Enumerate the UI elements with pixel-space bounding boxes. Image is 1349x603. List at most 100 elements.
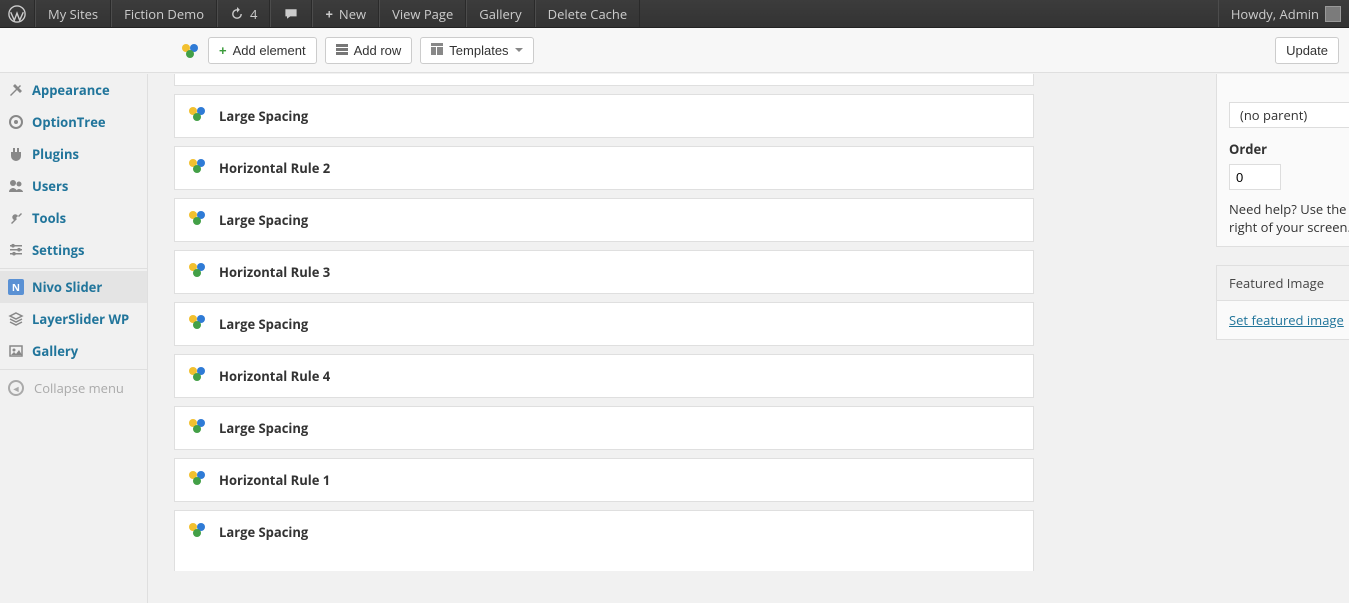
add-row-label: Add row: [354, 43, 402, 58]
adminbar-comments[interactable]: [270, 0, 312, 27]
template-icon: [431, 43, 443, 58]
tools-icon: [8, 210, 24, 226]
vc-element-icon: [187, 415, 207, 435]
collapse-label: Collapse menu: [34, 379, 124, 397]
layerslider-icon: [8, 311, 24, 327]
plugins-icon: [8, 146, 24, 162]
adminbar-gallery[interactable]: Gallery: [466, 0, 534, 27]
vc-row[interactable]: Horizontal Rule 3: [174, 250, 1034, 294]
vc-element-icon: [187, 103, 207, 123]
featured-image-box: Featured Image Set featured image: [1216, 265, 1349, 340]
vc-row[interactable]: [174, 74, 1034, 86]
vc-row[interactable]: Large Spacing: [174, 406, 1034, 450]
parent-select[interactable]: (no parent) ▼: [1229, 102, 1349, 128]
appearance-icon: [8, 82, 24, 98]
sidebar-item-label: LayerSlider WP: [32, 310, 129, 328]
adminbar-updates[interactable]: 4: [217, 0, 270, 27]
plus-icon: +: [219, 43, 227, 58]
sidebar-item-tools[interactable]: Tools: [0, 202, 147, 234]
vc-row[interactable]: Large Spacing: [174, 302, 1034, 346]
rows-icon: [336, 43, 348, 58]
vc-logo-icon: [180, 40, 200, 60]
sidebar-item-label: Nivo Slider: [32, 278, 102, 296]
adminbar-new[interactable]: + New: [312, 0, 379, 27]
parent-value: (no parent): [1240, 106, 1307, 124]
sidebar-item-label: Appearance: [32, 81, 110, 99]
admin-menu: Appearance OptionTree Plugins Users Tool…: [0, 74, 148, 603]
vc-row[interactable]: Large Spacing: [174, 510, 1034, 571]
featured-image-title: Featured Image: [1217, 266, 1349, 301]
order-input[interactable]: [1229, 164, 1281, 190]
sidebar-item-label: OptionTree: [32, 113, 106, 131]
sidebar-item-label: Users: [32, 177, 68, 195]
sidebar-item-settings[interactable]: Settings: [0, 234, 147, 266]
sidebar-item-users[interactable]: Users: [0, 170, 147, 202]
wordpress-icon: [8, 5, 26, 23]
vc-element-icon: [187, 259, 207, 279]
sidebar-item-label: Tools: [32, 209, 66, 227]
sidebar-item-appearance[interactable]: Appearance: [0, 74, 147, 106]
vc-row-label: Horizontal Rule 3: [219, 263, 330, 281]
adminbar-delete-cache[interactable]: Delete Cache: [535, 0, 641, 27]
gallery-icon: [8, 343, 24, 359]
vc-element-icon: [187, 467, 207, 487]
templates-button[interactable]: Templates: [420, 37, 533, 64]
vc-element-icon: [187, 311, 207, 331]
sidebar-item-optiontree[interactable]: OptionTree: [0, 106, 147, 138]
vc-element-icon: [187, 207, 207, 227]
vc-row[interactable]: Horizontal Rule 1: [174, 458, 1034, 502]
nivo-icon: N: [8, 279, 24, 295]
update-button[interactable]: Update: [1275, 37, 1339, 64]
vc-row-label: Large Spacing: [219, 523, 308, 541]
plus-icon: +: [325, 5, 332, 23]
order-label: Order: [1229, 140, 1349, 158]
meta-sidebar: (no parent) ▼ Order Need help? Use the H…: [1216, 74, 1349, 358]
parent-label-cut: [1229, 78, 1349, 96]
templates-label: Templates: [449, 43, 508, 58]
vc-row-label: Horizontal Rule 2: [219, 159, 330, 177]
add-element-button[interactable]: + Add element: [208, 37, 317, 64]
collapse-menu[interactable]: ◄ Collapse menu: [0, 372, 147, 404]
settings-icon: [8, 242, 24, 258]
sidebar-item-gallery[interactable]: Gallery: [0, 335, 147, 367]
help-text: Need help? Use the Help tab in the upper…: [1229, 200, 1349, 236]
adminbar-updates-count: 4: [250, 5, 257, 23]
vc-element-icon: [187, 519, 207, 539]
vc-row[interactable]: Horizontal Rule 2: [174, 146, 1034, 190]
vc-element-icon: [187, 363, 207, 383]
adminbar-my-sites[interactable]: My Sites: [35, 0, 111, 27]
sidebar-item-nivo-slider[interactable]: N Nivo Slider: [0, 271, 147, 303]
content-area: Large Spacing Horizontal Rule 2 Large Sp…: [160, 74, 1349, 603]
adminbar-howdy[interactable]: Howdy, Admin: [1218, 0, 1349, 27]
adminbar-site-name[interactable]: Fiction Demo: [111, 0, 217, 27]
sidebar-item-plugins[interactable]: Plugins: [0, 138, 147, 170]
vc-row-label: Large Spacing: [219, 419, 308, 437]
vc-element-icon: [187, 155, 207, 175]
vc-row-label: Horizontal Rule 4: [219, 367, 330, 385]
add-element-label: Add element: [233, 43, 306, 58]
vc-row-label: Large Spacing: [219, 315, 308, 333]
comment-icon: [283, 6, 299, 22]
chevron-down-icon: [515, 48, 523, 56]
vc-row-label: Large Spacing: [219, 107, 308, 125]
vc-row[interactable]: Large Spacing: [174, 198, 1034, 242]
sidebar-item-label: Plugins: [32, 145, 79, 163]
adminbar-new-label: New: [339, 5, 366, 23]
vc-row[interactable]: Large Spacing: [174, 94, 1034, 138]
optiontree-icon: [8, 114, 24, 130]
adminbar-view-page[interactable]: View Page: [379, 0, 466, 27]
vc-toolbar: + Add element Add row Templates Update: [0, 28, 1349, 73]
sidebar-item-label: Gallery: [32, 342, 78, 360]
vc-row-label: Large Spacing: [219, 211, 308, 229]
set-featured-image-link[interactable]: Set featured image: [1229, 311, 1344, 329]
wordpress-logo[interactable]: [0, 0, 35, 27]
users-icon: [8, 178, 24, 194]
admin-bar: My Sites Fiction Demo 4 + New View Page …: [0, 0, 1349, 28]
howdy-text: Howdy, Admin: [1231, 5, 1319, 23]
vc-row[interactable]: Horizontal Rule 4: [174, 354, 1034, 398]
vc-row-list: Large Spacing Horizontal Rule 2 Large Sp…: [174, 74, 1034, 571]
refresh-icon: [230, 7, 244, 21]
add-row-button[interactable]: Add row: [325, 37, 413, 64]
sidebar-item-label: Settings: [32, 241, 84, 259]
sidebar-item-layerslider[interactable]: LayerSlider WP: [0, 303, 147, 335]
